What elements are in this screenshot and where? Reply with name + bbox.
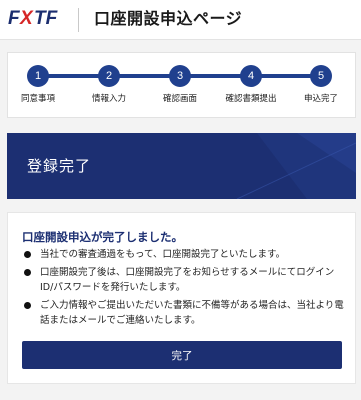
step-circle-1: 1 [27, 65, 49, 87]
step-label-5: 申込完了 [303, 94, 338, 104]
bullet-icon [24, 302, 31, 309]
completion-content: 口座開設申込が完了しました。 当社での審査通過をもって、口座開設完了といたします… [7, 212, 356, 384]
step-label-3: 確認画面 [162, 94, 197, 104]
step-documents: 4 確認書類提出 [216, 65, 286, 104]
step-label-2: 情報入力 [91, 94, 126, 104]
step-info-input: 2 情報入力 [74, 65, 144, 104]
completion-heading: 口座開設申込が完了しました。 [22, 230, 183, 244]
bullet-icon [24, 251, 31, 258]
list-item: 口座開設完了後は、口座開設完了をお知らせするメールにてログインID/パスワードを… [22, 265, 344, 295]
list-item-text: 口座開設完了後は、口座開設完了をお知らせするメールにてログインID/パスワードを… [40, 267, 335, 293]
logo-mark: F X TF [8, 8, 59, 28]
list-item-text: 当社での審査通過をもって、口座開設完了といたします。 [40, 249, 286, 260]
completion-banner: 登録完了 [7, 133, 356, 199]
header: F X TF 口座開設申込ページ [0, 0, 361, 40]
done-button[interactable]: 完了 [22, 341, 342, 369]
notice-list: 当社での審査通過をもって、口座開設完了といたします。 口座開設完了後は、口座開設… [22, 247, 344, 331]
step-confirm: 3 確認画面 [145, 65, 215, 104]
step-complete: 5 申込完了 [286, 65, 356, 104]
bullet-icon [24, 269, 31, 276]
svg-text:TF: TF [34, 8, 59, 28]
list-item-text: ご入力情報やご提出いただいた書類に不備等がある場合は、当社より電話またはメールで… [40, 300, 344, 326]
fxtf-logo[interactable]: F X TF [8, 8, 72, 28]
step-circle-4: 4 [240, 65, 262, 87]
svg-text:X: X [19, 8, 34, 28]
list-item: ご入力情報やご提出いただいた書類に不備等がある場合は、当社より電話またはメールで… [22, 298, 344, 328]
step-agreement: 1 同意事項 [3, 65, 73, 104]
step-label-4: 確認書類提出 [225, 94, 277, 104]
header-divider [78, 8, 79, 32]
progress-steps: 1 同意事項 2 情報入力 3 確認画面 4 確認書類提出 5 申込完了 [7, 52, 356, 118]
step-circle-5: 5 [310, 65, 332, 87]
step-circle-2: 2 [98, 65, 120, 87]
list-item: 当社での審査通過をもって、口座開設完了といたします。 [22, 247, 344, 262]
step-label-1: 同意事項 [20, 94, 55, 104]
step-circle-3: 3 [169, 65, 191, 87]
page-title: 口座開設申込ページ [94, 9, 243, 28]
banner-title: 登録完了 [27, 157, 92, 175]
